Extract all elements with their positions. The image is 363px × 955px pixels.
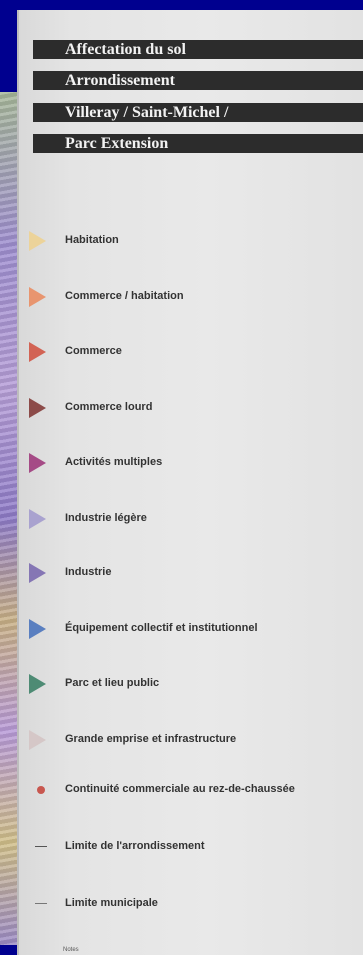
legend-title-line-1: Affectation du sol [33,40,363,59]
legend-item: Habitation [19,229,363,253]
legend-triangle-swatch [29,287,46,307]
legend-item: Commerce [19,340,363,364]
map-edge-strip [0,92,17,945]
legend-item: Industrie légère [19,507,363,531]
legend-label: Activités multiples [65,456,163,468]
legend-triangle-swatch [29,509,46,529]
legend-triangle-swatch [29,342,46,362]
legend-item: Équipement collectif et institutionnel [19,617,363,641]
legend-label: Limite municipale [65,897,158,909]
legend-triangle-swatch [29,619,46,639]
legend-triangle-swatch [29,730,46,750]
legend-triangle-swatch [29,453,46,473]
legend-label: Équipement collectif et institutionnel [65,622,258,634]
legend-dot-marker [37,786,45,794]
legend-item: Industrie [19,561,363,585]
legend-label: Parc et lieu public [65,677,160,689]
legend-item: Grande emprise et infrastructure [19,728,363,752]
legend-triangle-swatch [29,231,46,251]
legend-label: Continuité commerciale au rez-de-chaussé… [65,783,295,795]
legend-triangle-swatch [29,563,46,583]
legend-title-line-3: Villeray / Saint-Michel / [33,103,363,122]
legend-label: Commerce [65,345,122,357]
legend-line-marker [35,903,47,904]
legend-label: Industrie [65,566,112,578]
legend-title-line-2: Arrondissement [33,71,363,90]
legend-item: Commerce / habitation [19,285,363,309]
legend-label: Commerce lourd [65,401,153,413]
legend-label: Limite de l'arrondissement [65,840,205,852]
legend-item: Parc et lieu public [19,672,363,696]
legend-panel: Affectation du sol Arrondissement Viller… [17,10,363,955]
legend-triangle-swatch [29,674,46,694]
legend-item: Continuité commerciale au rez-de-chaussé… [19,778,363,802]
legend-label: Habitation [65,234,119,246]
legend-title-line-4: Parc Extension [33,134,363,153]
legend-item: Limite municipale [19,892,363,916]
legend-item: Commerce lourd [19,396,363,420]
legend-label: Grande emprise et infrastructure [65,733,237,745]
legend-triangle-swatch [29,398,46,418]
notes-label: Notes [63,947,79,953]
legend-item: Activités multiples [19,451,363,475]
legend-label: Industrie légère [65,512,147,524]
legend-line-marker [35,846,47,847]
legend-label: Commerce / habitation [65,290,184,302]
legend-item: Limite de l'arrondissement [19,835,363,859]
